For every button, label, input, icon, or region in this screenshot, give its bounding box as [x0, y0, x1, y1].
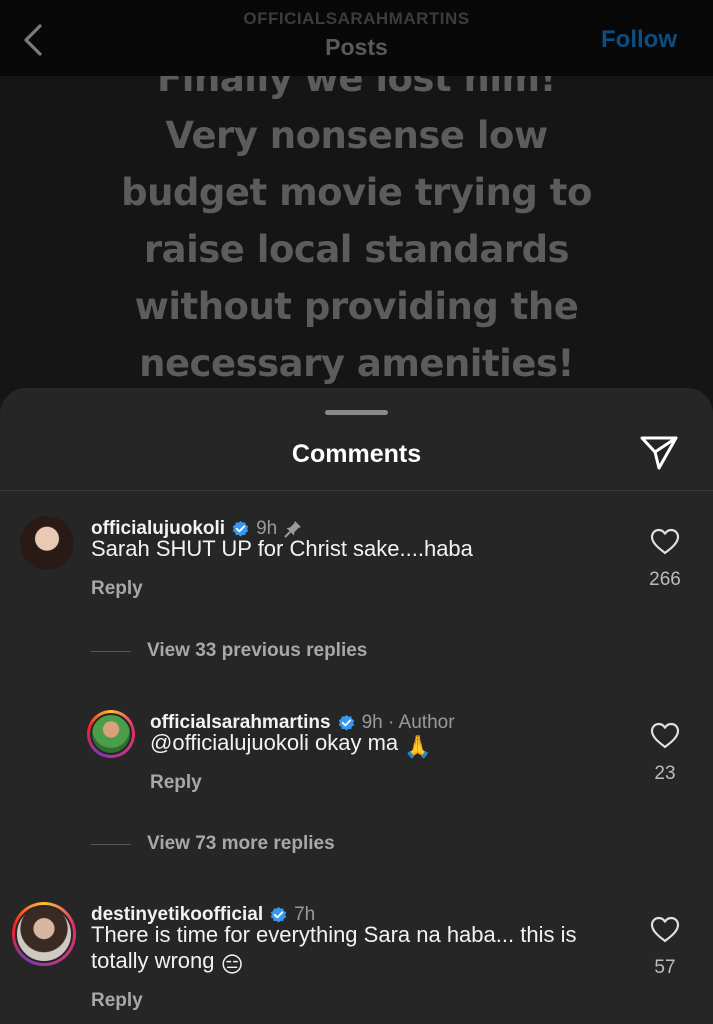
like-count: 23: [654, 763, 676, 784]
like-button[interactable]: 23: [640, 722, 690, 785]
view-replies-label: View 33 previous replies: [147, 640, 368, 661]
comment-text-wrap: @officialujuokoli okay ma 🙏: [150, 730, 620, 760]
comment-text-wrap: There is time for everything Sara na hab…: [91, 922, 621, 978]
comment-text: There is time for everything Sara na hab…: [91, 922, 577, 973]
view-replies-label: View 73 more replies: [147, 833, 335, 854]
post-line: budget movie trying to: [121, 171, 592, 214]
sheet-divider: [0, 490, 713, 491]
like-button[interactable]: 266: [640, 528, 690, 591]
like-count: 57: [654, 957, 676, 978]
expressionless-face-icon: 😑: [220, 952, 244, 977]
comment-text: @officialujuokoli okay ma: [150, 730, 399, 755]
post-line: raise local standards: [143, 228, 570, 271]
avatar[interactable]: [20, 516, 74, 570]
comment-text: Sarah SHUT UP for Christ sake....haba: [91, 536, 473, 561]
replies-line: [91, 650, 131, 652]
post-line: without providing the: [134, 285, 579, 328]
reply-button[interactable]: Reply: [91, 578, 143, 600]
heart-icon: [650, 916, 680, 943]
reply-button[interactable]: Reply: [91, 990, 143, 1012]
view-previous-replies-button[interactable]: View 33 previous replies: [91, 640, 367, 662]
follow-button[interactable]: Follow: [601, 26, 677, 54]
like-button[interactable]: 57: [640, 916, 690, 979]
comments-sheet: Comments officialujuokoli 9h Sarah SHUT …: [0, 388, 713, 1024]
sheet-grabber-handle[interactable]: [325, 410, 388, 415]
avatar[interactable]: [87, 710, 135, 758]
heart-icon: [650, 528, 680, 555]
reply-button[interactable]: Reply: [150, 772, 202, 794]
view-more-replies-button[interactable]: View 73 more replies: [91, 833, 335, 855]
paper-plane-icon[interactable]: [639, 434, 679, 472]
replies-line: [91, 843, 131, 845]
like-count: 266: [649, 569, 681, 590]
post-line: Very nonsense low: [165, 114, 548, 157]
praying-hands-icon: 🙏: [404, 734, 432, 759]
top-nav-bar: OFFICIALSARAHMARTINS Posts Follow: [0, 0, 713, 76]
avatar[interactable]: [12, 902, 76, 966]
heart-icon: [650, 722, 680, 749]
comments-title: Comments: [291, 440, 422, 468]
post-line: necessary amenities!: [139, 342, 574, 385]
post-caption-text: Finally we lost him! Very nonsense low b…: [0, 50, 713, 392]
